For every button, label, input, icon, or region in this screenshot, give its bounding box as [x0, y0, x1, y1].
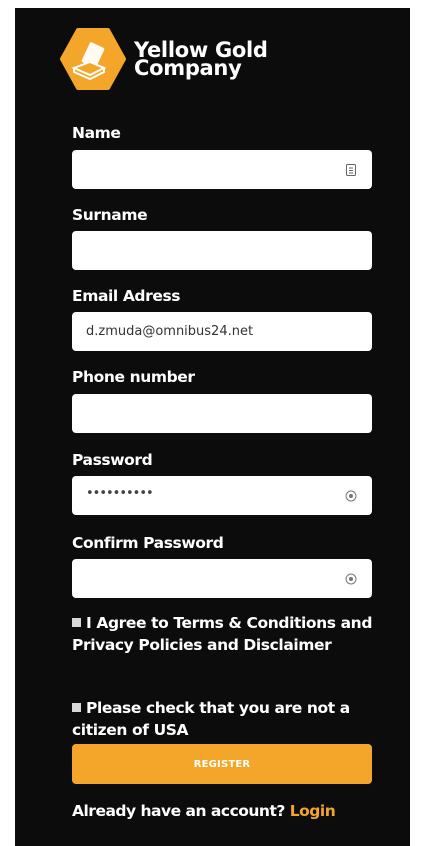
email-label: Email Adress: [72, 287, 181, 305]
surname-label: Surname: [72, 206, 148, 224]
email-value: d.zmuda@omnibus24.net: [86, 324, 254, 339]
contact-card-icon[interactable]: [344, 163, 358, 177]
eye-icon[interactable]: [344, 489, 358, 503]
gold-bars-hexagon-icon: [60, 28, 126, 90]
name-label: Name: [72, 124, 121, 142]
brand: Yellow Gold Company: [60, 28, 268, 90]
brand-name: Yellow Gold Company: [134, 40, 268, 79]
terms-checkbox-label: I Agree to Terms & Conditions and Privac…: [72, 614, 373, 654]
register-button[interactable]: REGISTER: [72, 744, 372, 784]
password-field[interactable]: ••••••••••: [72, 476, 372, 515]
usa-checkbox-row[interactable]: Please check that you are not a citizen …: [72, 697, 372, 741]
password-value: ••••••••••: [86, 486, 154, 501]
password-label: Password: [72, 451, 153, 469]
phone-field[interactable]: [72, 394, 372, 433]
phone-label: Phone number: [72, 368, 195, 386]
confirm-password-field[interactable]: [72, 559, 372, 598]
confirm-password-label: Confirm Password: [72, 534, 224, 552]
usa-checkbox[interactable]: [72, 703, 81, 712]
terms-checkbox-row[interactable]: I Agree to Terms & Conditions and Privac…: [72, 612, 372, 656]
email-field[interactable]: d.zmuda@omnibus24.net: [72, 312, 372, 351]
eye-icon[interactable]: [344, 572, 358, 586]
login-prompt: Already have an account? Login: [72, 802, 336, 820]
usa-checkbox-label: Please check that you are not a citizen …: [72, 699, 350, 739]
surname-field[interactable]: [72, 231, 372, 270]
terms-checkbox[interactable]: [72, 618, 81, 627]
name-field[interactable]: [72, 150, 372, 189]
login-link[interactable]: Login: [290, 802, 336, 820]
login-prompt-text: Already have an account?: [72, 802, 285, 820]
